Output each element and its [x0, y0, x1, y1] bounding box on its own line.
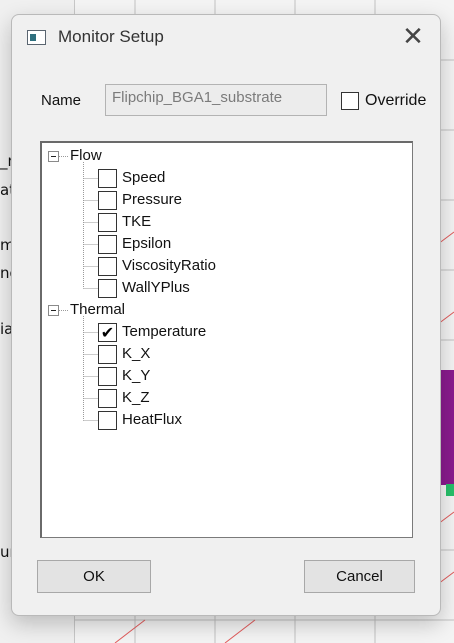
checkbox-pressure[interactable]	[98, 191, 117, 210]
checkbox-k_x[interactable]	[98, 345, 117, 364]
checkbox-viscosityratio[interactable]	[98, 257, 117, 276]
tree-item-k_z[interactable]: K_Z	[122, 389, 150, 406]
tree-item-heatflux[interactable]: HeatFlux	[122, 411, 182, 428]
collapse-icon[interactable]	[48, 151, 59, 162]
tree-item-speed[interactable]: Speed	[122, 169, 165, 186]
background-model-shape	[440, 370, 454, 485]
checkbox-epsilon[interactable]	[98, 235, 117, 254]
tree-group-flow[interactable]: Flow	[70, 147, 102, 164]
checkbox-tke[interactable]	[98, 213, 117, 232]
cancel-button[interactable]: Cancel	[304, 560, 415, 593]
checkbox-k_z[interactable]	[98, 389, 117, 408]
tree-group-thermal[interactable]: Thermal	[70, 301, 125, 318]
tree-item-k_x[interactable]: K_X	[122, 345, 150, 362]
close-icon[interactable]: ✕	[398, 24, 428, 52]
app-icon	[27, 30, 46, 45]
checkbox-k_y[interactable]	[98, 367, 117, 386]
tree-item-wallyplus[interactable]: WallYPlus	[122, 279, 190, 296]
tree-item-viscosityratio[interactable]: ViscosityRatio	[122, 257, 216, 274]
tree-item-epsilon[interactable]: Epsilon	[122, 235, 171, 252]
tree-item-k_y[interactable]: K_Y	[122, 367, 150, 384]
checkbox-wallyplus[interactable]	[98, 279, 117, 298]
tree-item-pressure[interactable]: Pressure	[122, 191, 182, 208]
collapse-icon[interactable]	[48, 305, 59, 316]
ok-button[interactable]: OK	[37, 560, 151, 593]
tree-item-temperature[interactable]: Temperature	[122, 323, 206, 340]
override-checkbox[interactable]	[341, 92, 359, 110]
checkbox-speed[interactable]	[98, 169, 117, 188]
tree-item-tke[interactable]: TKE	[122, 213, 151, 230]
name-field[interactable]: Flipchip_BGA1_substrate	[105, 84, 327, 116]
monitor-setup-dialog: Monitor Setup ✕ Name Flipchip_BGA1_subst…	[11, 14, 441, 616]
override-label: Override	[365, 92, 427, 109]
monitor-tree[interactable]: Flow Speed Pressure TKE Epsilon ViscosityRati…	[40, 141, 413, 538]
checkbox-heatflux[interactable]	[98, 411, 117, 430]
checkbox-temperature[interactable]: ✔	[98, 323, 117, 342]
background-axis-marker	[446, 484, 454, 496]
dialog-title: Monitor Setup	[58, 27, 164, 46]
name-label: Name	[41, 92, 82, 109]
